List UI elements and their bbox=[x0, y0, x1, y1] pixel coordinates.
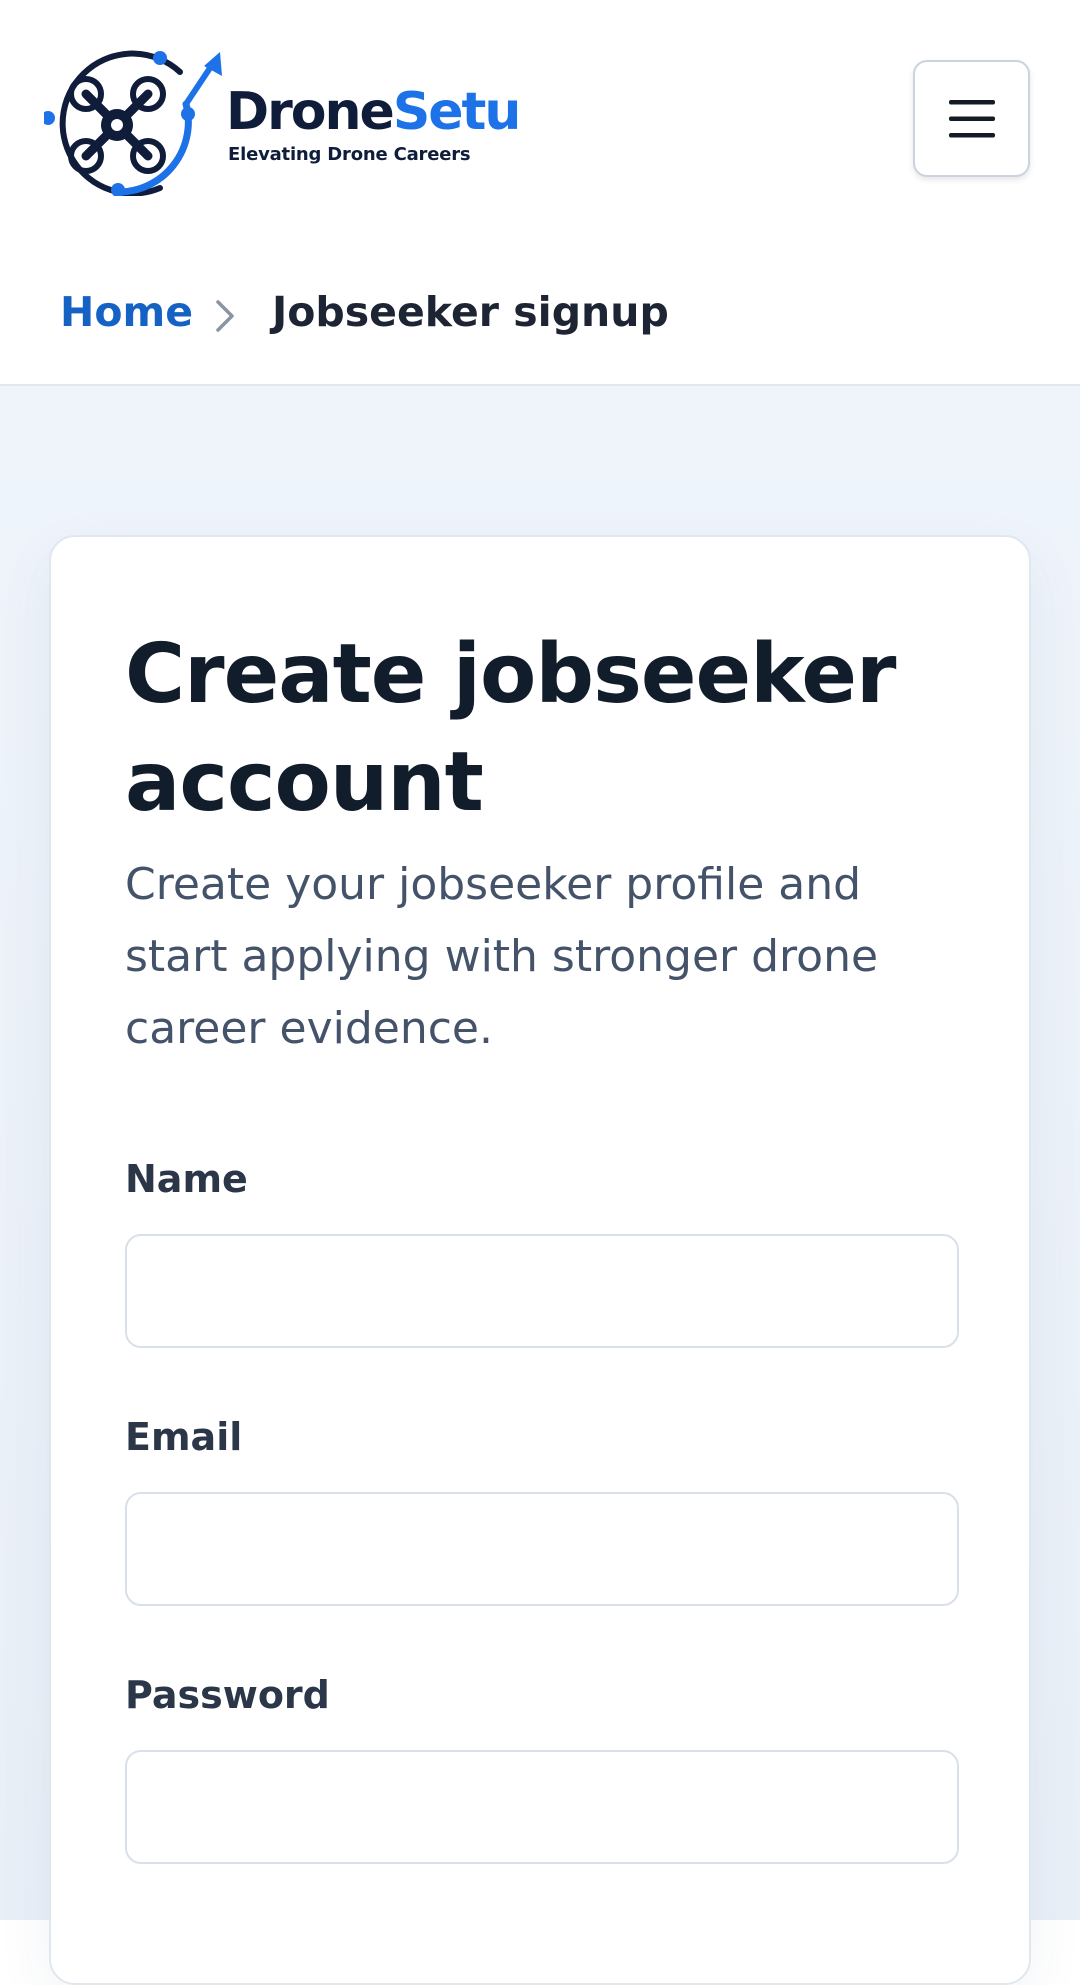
name-label: Name bbox=[125, 1157, 248, 1201]
email-label: Email bbox=[125, 1415, 243, 1459]
breadcrumb-home-link[interactable]: Home bbox=[60, 289, 193, 335]
password-field[interactable] bbox=[125, 1750, 959, 1864]
page-title: Create jobseeker account bbox=[125, 627, 897, 830]
brand-name-part2: Setu bbox=[392, 82, 522, 142]
password-label: Password bbox=[125, 1673, 330, 1717]
brand-name-part1: Drone bbox=[226, 82, 395, 142]
hamburger-menu-icon bbox=[948, 99, 995, 137]
breadcrumb: Home Jobseeker signup bbox=[0, 240, 1080, 386]
brand-logo[interactable]: DroneSetu Elevating Drone Careers bbox=[44, 44, 521, 196]
breadcrumb-current-page: Jobseeker signup bbox=[272, 288, 669, 336]
chevron-right-icon bbox=[216, 300, 234, 332]
brand-tagline: Elevating Drone Careers bbox=[228, 144, 471, 165]
signup-card: Create jobseeker account Create your job… bbox=[49, 535, 1031, 1985]
email-field[interactable] bbox=[125, 1492, 959, 1606]
menu-toggle-button[interactable] bbox=[913, 60, 1030, 177]
site-header: DroneSetu Elevating Drone Careers bbox=[0, 0, 1080, 240]
page-subtitle: Create your jobseeker profile and start … bbox=[125, 859, 879, 1054]
name-field[interactable] bbox=[125, 1234, 959, 1348]
brand-wordmark: DroneSetu bbox=[226, 86, 521, 138]
drone-logo-icon bbox=[44, 50, 222, 196]
